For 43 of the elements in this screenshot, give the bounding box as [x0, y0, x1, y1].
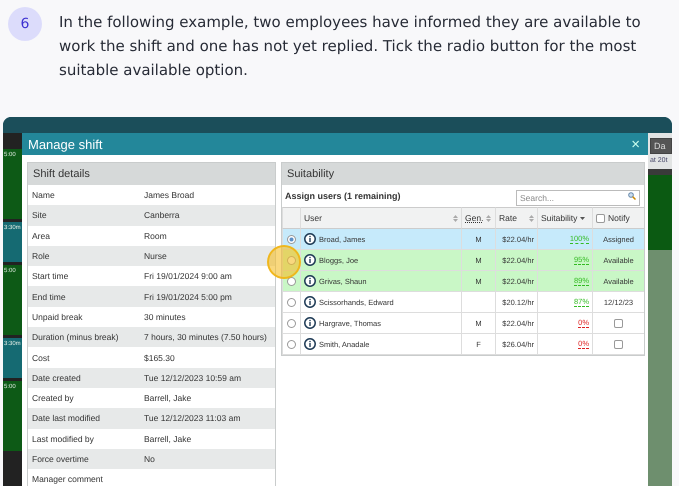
detail-label: Start time	[32, 271, 70, 282]
detail-label: Date last modified	[32, 413, 102, 424]
detail-label: Role	[32, 251, 50, 262]
detail-label: Last modified by	[32, 434, 95, 444]
detail-value: James Broad	[144, 190, 196, 200]
detail-value: Tue 12/12/2023 11:03 am	[144, 413, 242, 424]
step-number: 6	[8, 7, 42, 41]
panel-heading: Shift details	[28, 163, 275, 185]
detail-label: Site	[32, 210, 48, 220]
detail-label: Duration (minus break)	[32, 332, 120, 342]
column-header[interactable]: Suitability	[537, 207, 592, 229]
close-button[interactable]: ×	[631, 136, 640, 152]
detail-value: $165.30	[144, 352, 176, 363]
column-header[interactable]: User	[300, 207, 461, 229]
detail-value: No	[144, 454, 156, 464]
search-field[interactable]: Search...	[516, 190, 640, 206]
detail-value: Fri 19/01/2024 9:00 am	[144, 271, 233, 282]
detail-value: Nurse	[144, 251, 168, 262]
dialog-title: Manage shift	[28, 136, 102, 152]
detail-label: Cost	[32, 352, 50, 363]
detail-value: Room	[144, 230, 168, 241]
column-header[interactable]: Rate	[495, 207, 537, 229]
detail-value: Barrell, Jake	[144, 434, 192, 444]
detail-value: Tue 12/12/2023 10:59 am	[144, 372, 242, 383]
detail-value: Barrell, Jake	[144, 393, 192, 404]
column-header[interactable]: Gen.	[461, 207, 495, 229]
detail-label: Date created	[32, 372, 82, 383]
assign-users-label: Assign users (1 remaining)	[285, 191, 401, 201]
detail-label: Force overtime	[32, 454, 90, 464]
detail-label: Created by	[32, 393, 75, 404]
detail-label: End time	[32, 292, 67, 302]
detail-label: Unpaid break	[32, 312, 84, 322]
detail-label: Manager comment	[32, 474, 104, 484]
instruction-text: In the following example, two employees have informed they are available to work the shift and one has not yet replied. Tick the radio button for the most suitable available option.	[59, 12, 642, 81]
column-header[interactable]: Notify	[592, 207, 644, 229]
detail-label: Area	[32, 230, 51, 241]
toolbar-button[interactable]: Da	[650, 138, 672, 154]
detail-label: Name	[32, 190, 56, 200]
panel-heading: Suitability	[282, 163, 644, 185]
detail-value: 7 hours, 30 minutes (7.50 hours)	[144, 332, 268, 342]
detail-value: 30 minutes	[144, 312, 187, 322]
detail-value: Canberra	[144, 210, 180, 220]
detail-value: Fri 19/01/2024 5:00 pm	[144, 292, 233, 302]
